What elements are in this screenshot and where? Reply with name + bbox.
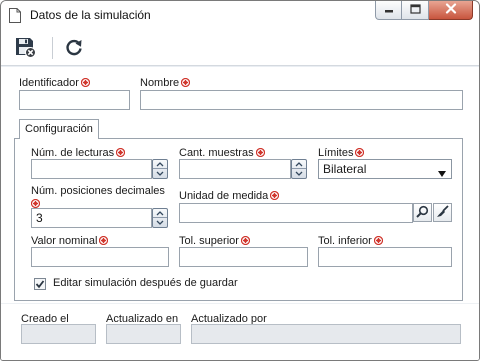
title-bar[interactable]: Datos de la simulación [1, 1, 479, 30]
required-icon [373, 235, 383, 246]
tab-configuracion[interactable]: Configuración [19, 119, 99, 139]
form-content: Identificador Nombre Configuración Núm. … [1, 67, 479, 360]
required-icon [255, 147, 265, 158]
actualizado-por-field [191, 324, 461, 344]
chevron-up-icon[interactable] [153, 160, 167, 169]
num-posiciones-spinner[interactable] [152, 208, 168, 228]
nombre-label: Nombre [140, 77, 191, 89]
required-icon [116, 147, 126, 158]
identificador-label: Identificador [19, 77, 91, 89]
save-close-button[interactable] [12, 35, 38, 61]
chevron-down-icon[interactable] [153, 169, 167, 178]
limites-selected-value: Bilateral [323, 162, 367, 176]
toolbar [1, 30, 479, 66]
tol-inferior-input[interactable] [318, 247, 452, 267]
required-icon [99, 235, 109, 246]
valor-nominal-input[interactable] [31, 247, 169, 267]
minimize-icon [384, 4, 394, 17]
window-controls [375, 1, 473, 21]
close-button[interactable] [429, 1, 473, 20]
nombre-input[interactable] [140, 90, 463, 110]
valor-nominal-label: Valor nominal [31, 235, 109, 247]
dialog-window: Datos de la simulación Identificador Nom… [0, 0, 480, 361]
limites-label: Límites [318, 147, 365, 159]
search-icon [416, 205, 429, 221]
actualizado-en-field [106, 324, 181, 344]
save-close-icon [14, 36, 36, 61]
tol-inferior-label: Tol. inferior [318, 235, 383, 247]
minimize-button[interactable] [375, 1, 402, 20]
required-icon [80, 77, 91, 88]
clear-unit-button[interactable] [433, 203, 452, 222]
unidad-medida-input[interactable] [179, 203, 413, 223]
tol-superior-input[interactable] [179, 247, 308, 267]
refresh-button[interactable] [61, 35, 87, 61]
maximize-button[interactable] [402, 1, 429, 20]
limites-select[interactable]: Bilateral [318, 159, 452, 179]
required-icon [181, 77, 191, 88]
required-icon [270, 190, 280, 201]
broom-icon [436, 204, 449, 221]
chevron-down-icon[interactable] [153, 218, 167, 227]
close-icon [445, 3, 457, 17]
required-icon [240, 235, 251, 246]
tol-superior-label: Tol. superior [179, 235, 251, 247]
required-icon [30, 198, 41, 209]
creado-el-field [21, 324, 96, 344]
chevron-up-icon[interactable] [153, 209, 167, 218]
editar-checkbox[interactable] [34, 278, 46, 290]
num-posiciones-input[interactable]: 3 [31, 208, 152, 228]
document-icon [9, 8, 21, 23]
num-lecturas-spinner[interactable] [152, 159, 168, 179]
toolbar-separator [52, 37, 53, 59]
identificador-input[interactable] [19, 90, 130, 110]
unidad-medida-label: Unidad de medida [179, 190, 280, 202]
cant-muestras-input[interactable] [179, 159, 291, 179]
footer-divider [1, 303, 479, 304]
tab-panel-configuracion: Núm. de lecturas Cant. muestras Límites [14, 138, 463, 301]
num-lecturas-label: Núm. de lecturas [31, 147, 126, 159]
required-icon [355, 147, 365, 158]
num-lecturas-input[interactable] [31, 159, 152, 179]
editar-checkbox-label[interactable]: Editar simulación después de guardar [53, 277, 238, 289]
chevron-down-icon[interactable] [292, 169, 306, 178]
dropdown-arrow-icon [438, 166, 446, 180]
window-title: Datos de la simulación [30, 8, 151, 22]
search-unit-button[interactable] [413, 203, 432, 222]
cant-muestras-label: Cant. muestras [179, 147, 265, 159]
maximize-icon [409, 3, 421, 17]
cant-muestras-spinner[interactable] [291, 159, 307, 179]
refresh-icon [64, 37, 84, 60]
chevron-up-icon[interactable] [292, 160, 306, 169]
